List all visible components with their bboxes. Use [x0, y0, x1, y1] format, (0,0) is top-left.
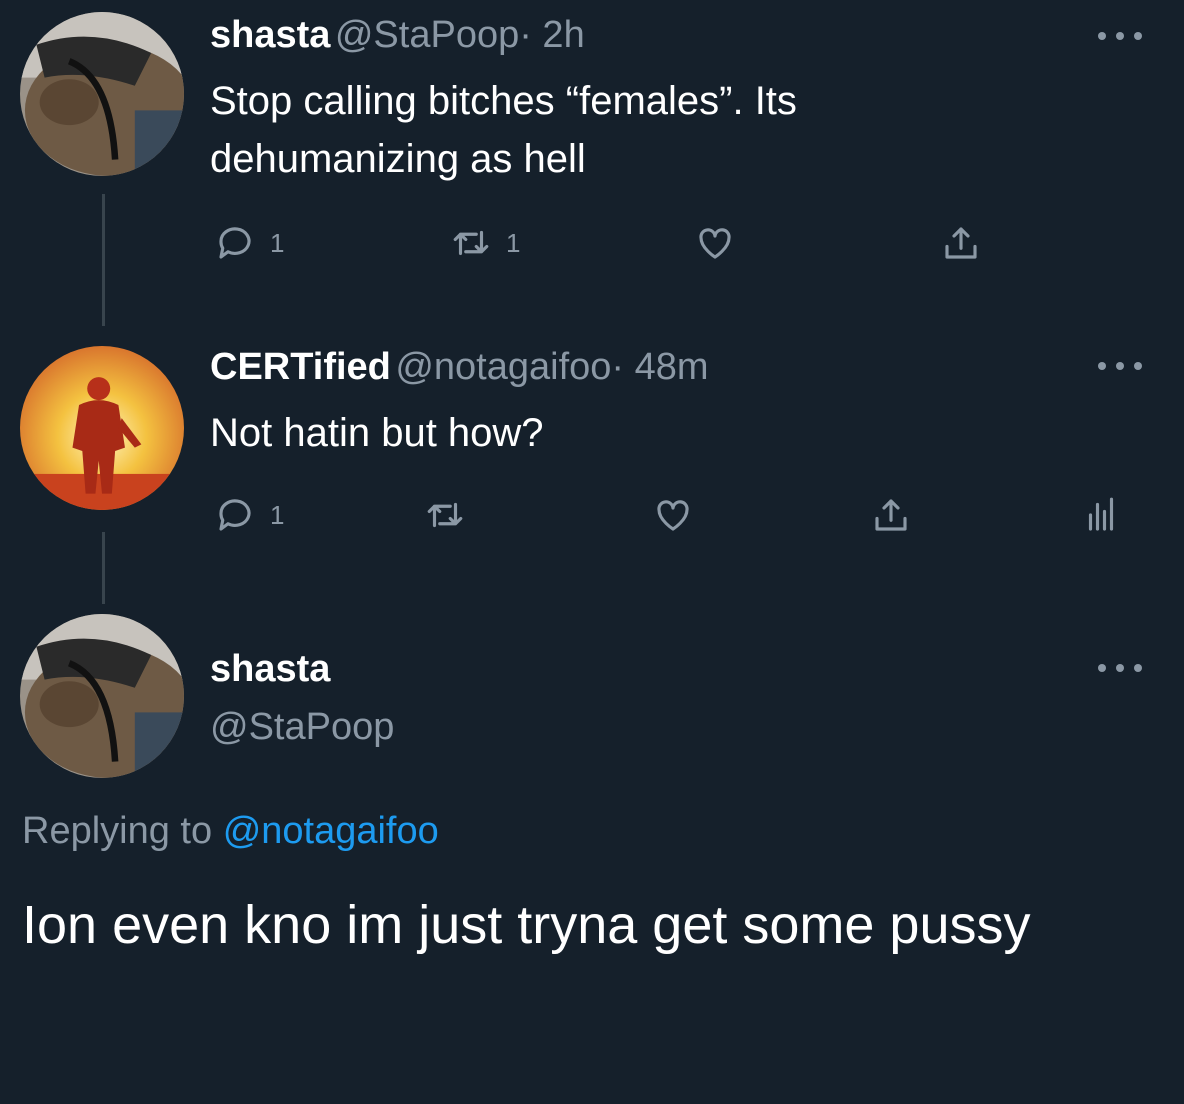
tweet-time: · 48m — [611, 346, 709, 388]
thread-line — [102, 194, 105, 326]
reply-button[interactable]: 1 — [214, 494, 284, 536]
avatar-shasta-2[interactable] — [20, 614, 184, 778]
more-options-icon[interactable] — [1092, 26, 1148, 46]
retweet-icon — [453, 230, 489, 256]
like-button[interactable] — [652, 494, 694, 536]
analytics-button[interactable] — [1080, 494, 1122, 536]
silhouette-sunset-photo — [20, 346, 184, 510]
display-name[interactable]: shasta — [210, 648, 330, 691]
share-button[interactable] — [870, 494, 912, 536]
retweet-icon — [427, 502, 463, 528]
user-handle[interactable]: @StaPoop — [210, 706, 394, 749]
user-handle[interactable]: @StaPoop — [335, 14, 519, 56]
retweet-button[interactable]: 1 — [450, 222, 520, 264]
reply-icon — [219, 227, 251, 259]
replying-to: Replying to @notagaifoo — [22, 810, 439, 853]
share-icon — [945, 227, 977, 259]
capybara-photo — [20, 12, 184, 176]
user-handle[interactable]: @notagaifoo — [395, 346, 611, 388]
share-button[interactable] — [940, 222, 982, 264]
share-icon — [875, 499, 907, 531]
reply-count: 1 — [270, 499, 285, 530]
tweet-header: CERTified @notagaifoo· 48m — [210, 346, 709, 389]
more-options-icon[interactable] — [1092, 356, 1148, 376]
like-button[interactable] — [694, 222, 736, 264]
thread-line — [102, 532, 105, 604]
more-options-icon[interactable] — [1092, 658, 1148, 678]
retweet-count: 1 — [506, 227, 521, 258]
tweet-time: · 2h — [519, 14, 585, 56]
heart-icon — [699, 228, 731, 259]
display-name[interactable]: shasta — [210, 14, 330, 56]
reply-count: 1 — [270, 227, 285, 258]
tweet-text: Stop calling bitches “females”. Its dehu… — [210, 79, 797, 181]
heart-icon — [657, 500, 689, 531]
main-tweet-text: Ion even kno im just tryna get some puss… — [22, 895, 1031, 955]
reply-button[interactable]: 1 — [214, 222, 284, 264]
mention-link[interactable]: @notagaifoo — [223, 810, 439, 852]
reply-icon — [219, 499, 251, 531]
retweet-button[interactable] — [424, 494, 466, 536]
avatar-certified[interactable] — [20, 346, 184, 510]
display-name[interactable]: CERTified — [210, 346, 391, 388]
analytics-icon — [1088, 497, 1114, 531]
capybara-photo — [20, 614, 184, 778]
replying-label: Replying to — [22, 810, 213, 852]
tweet-header: shasta @StaPoop· 2h — [210, 14, 585, 57]
avatar-shasta-1[interactable] — [20, 12, 184, 176]
tweet-text: Not hatin but how? — [210, 411, 544, 455]
